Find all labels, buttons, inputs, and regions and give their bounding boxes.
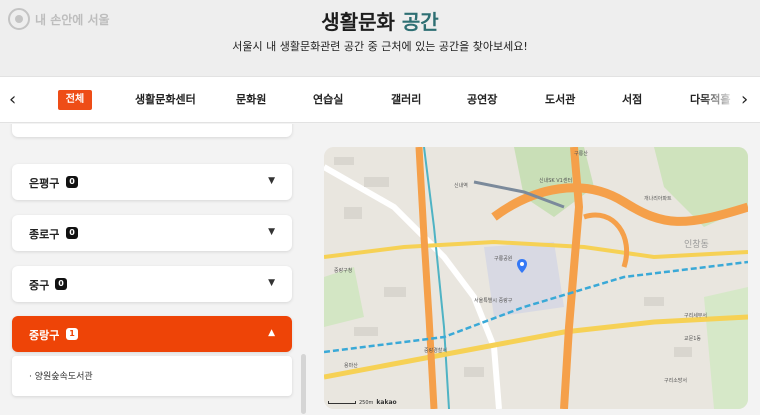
space-item[interactable]: · 양원숲속도서관 xyxy=(29,369,93,382)
map-label: 중랑경찰서 xyxy=(424,348,448,354)
title-main: 생활문화 xyxy=(321,10,395,34)
district-block xyxy=(484,242,564,317)
kakao-attribution[interactable]: kakao xyxy=(376,399,396,406)
district-card-eunpyeong[interactable]: 은평구 0 ▼ xyxy=(12,164,292,200)
tab-culture-center[interactable]: 생활문화센터 xyxy=(135,91,196,107)
district-count-badge: 0 xyxy=(66,227,78,239)
map-label: 용마산 xyxy=(344,363,358,369)
district-card-jung[interactable]: 중구 0 ▼ xyxy=(12,266,292,302)
tab-library[interactable]: 도서관 xyxy=(545,91,575,107)
district-card-jungnang[interactable]: 중랑구 1 ▲ xyxy=(12,316,292,352)
chevron-left-icon[interactable]: ‹ xyxy=(9,89,16,110)
district-name: 중구 xyxy=(29,279,50,292)
map-label: 중랑구청 xyxy=(334,268,353,274)
district-count-badge: 0 xyxy=(66,176,78,188)
chevron-right-icon[interactable]: › xyxy=(741,89,748,110)
tab-bookstore[interactable]: 서점 xyxy=(622,91,642,107)
district-card-partial[interactable] xyxy=(12,124,292,137)
map-label: 서울특별시 중랑구 xyxy=(474,298,513,304)
district-list: 은평구 0 ▼ 종로구 0 ▼ 중구 0 ▼ 중랑구 1 ▲ · 양원숲속도서관 xyxy=(0,124,320,415)
district-card-jongno[interactable]: 종로구 0 ▼ xyxy=(12,215,292,251)
scale-bar xyxy=(328,401,356,404)
map-label: 신내SK V1센터 xyxy=(539,178,573,184)
district-name: 은평구 xyxy=(29,177,60,190)
page-header: 내 손안에 서울 생활문화 공간 서울시 내 생활문화관련 공간 중 근처에 있… xyxy=(0,0,760,76)
category-tab-bar: ‹ 전체 생활문화센터 문화원 연습실 갤러리 공연장 도서관 서점 다목적홀 … xyxy=(0,76,760,123)
tab-performance-hall[interactable]: 공연장 xyxy=(467,91,497,107)
map-label: 구룡산 xyxy=(574,151,588,157)
map-footer: 250m kakao xyxy=(328,399,397,406)
tab-gallery[interactable]: 갤러리 xyxy=(391,91,421,107)
chevron-down-icon: ▼ xyxy=(268,227,275,237)
tab-cultural-institute[interactable]: 문화원 xyxy=(236,91,266,107)
map-canvas xyxy=(324,147,748,409)
map-label: 구룡공원 xyxy=(494,256,513,262)
map-label: 개나리아파트 xyxy=(644,196,672,202)
district-name: 종로구 xyxy=(29,228,60,241)
chevron-up-icon: ▲ xyxy=(268,328,275,338)
tab-all[interactable]: 전체 xyxy=(58,90,92,110)
page-subtitle: 서울시 내 생활문화관련 공간 중 근처에 있는 공간을 찾아보세요! xyxy=(232,40,528,53)
page-title: 생활문화 공간 xyxy=(0,6,760,35)
map-label: 구리세무서 xyxy=(684,313,708,319)
district-count-badge: 1 xyxy=(66,328,78,340)
chevron-down-icon: ▼ xyxy=(268,176,275,186)
map-view[interactable]: 구룡산 신내SK V1센터 신내역 중랑구청 구룡공원 서울특별시 중랑구 인창… xyxy=(324,147,748,409)
chevron-down-icon: ▼ xyxy=(268,278,275,288)
district-space-list: · 양원숲속도서관 xyxy=(12,356,292,396)
district-name: 중랑구 xyxy=(29,329,60,342)
tabs-fade xyxy=(698,77,738,122)
map-label: 인창동 xyxy=(684,240,709,250)
title-accent: 공간 xyxy=(401,10,439,34)
tab-practice-room[interactable]: 연습실 xyxy=(313,91,343,107)
scale-text: 250m xyxy=(359,399,374,406)
sidebar-scrollbar[interactable] xyxy=(301,354,306,414)
map-label: 신내역 xyxy=(454,183,468,189)
map-label: 구리소방서 xyxy=(664,378,688,384)
map-label: 교문1동 xyxy=(684,336,701,342)
district-count-badge: 0 xyxy=(55,278,67,290)
location-pin-icon[interactable] xyxy=(517,259,527,273)
